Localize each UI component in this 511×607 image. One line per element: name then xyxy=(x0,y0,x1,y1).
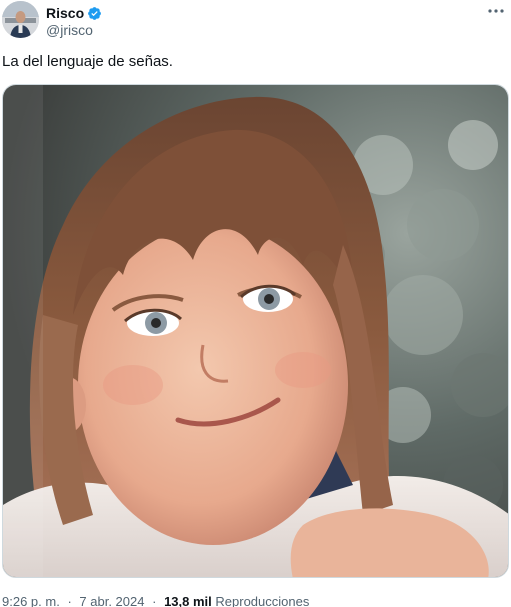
meta-separator: · xyxy=(152,594,157,607)
more-options-button[interactable] xyxy=(485,2,507,20)
tweet-text: La del lenguaje de señas. xyxy=(2,53,173,70)
tweet-photo[interactable] xyxy=(2,84,509,578)
tweet: Risco @jrisco La del lenguaje de señas. xyxy=(0,0,511,607)
author-display-name[interactable]: Risco xyxy=(46,5,84,21)
tweet-meta: 9:26 p. m. · 7 abr. 2024 · 13,8 mil Repr… xyxy=(2,594,309,607)
avatar-image xyxy=(2,1,39,38)
more-horizontal-icon xyxy=(488,9,504,13)
meta-separator: · xyxy=(67,594,72,607)
views-label: Reproducciones xyxy=(215,594,310,607)
author-handle[interactable]: @jrisco xyxy=(46,22,93,38)
tweet-date[interactable]: 7 abr. 2024 xyxy=(79,594,144,607)
author-avatar[interactable] xyxy=(2,1,39,38)
photo-child-portrait xyxy=(3,85,508,577)
author-name-row: Risco xyxy=(46,4,102,22)
verified-badge-icon xyxy=(87,6,102,21)
tweet-time[interactable]: 9:26 p. m. xyxy=(2,594,60,607)
views-count: 13,8 mil xyxy=(164,594,212,607)
